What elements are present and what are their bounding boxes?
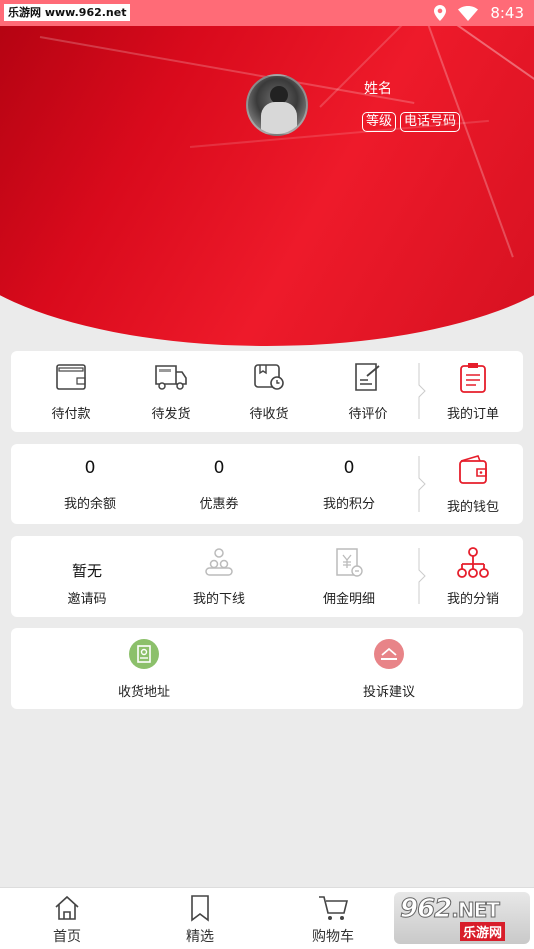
profile-header: 姓名 等级 电话号码 (0, 26, 534, 346)
coupon-item[interactable]: 0 优惠券 (159, 444, 279, 524)
status-bar: 乐游网 www.962.net 8:43 (0, 0, 534, 26)
address-item[interactable]: 收货地址 (84, 628, 204, 709)
truck-icon (155, 365, 187, 390)
my-distribution-label: 我的分销 (446, 592, 499, 607)
tab-featured[interactable]: 精选 (160, 888, 240, 949)
my-orders-label: 我的订单 (446, 407, 499, 422)
services-card: 收货地址 投诉建议 (11, 628, 523, 709)
my-wallet-button[interactable]: 我的钱包 (423, 444, 523, 524)
logo-suffix: .NET (451, 898, 501, 923)
user-name: 姓名 (364, 81, 392, 97)
feedback-icon (374, 639, 404, 669)
points-value: 0 (343, 458, 355, 478)
commission-item[interactable]: 佣金明细 (289, 536, 409, 617)
header-background (0, 26, 534, 346)
feedback-item[interactable]: 投诉建议 (329, 628, 449, 709)
orders-card: 待付款 待发货 待收货 待评价 我的订单 (11, 351, 523, 432)
downline-item[interactable]: 我的下线 (159, 536, 279, 617)
receipt-icon (336, 548, 363, 577)
receive-icon (254, 364, 284, 390)
points-label: 我的积分 (322, 497, 375, 512)
points-item[interactable]: 0 我的积分 (289, 444, 409, 524)
wallet-icon (56, 364, 86, 390)
location-icon (434, 5, 447, 21)
commission-label: 佣金明细 (322, 592, 375, 607)
site-logo-watermark: 962.NET 乐游网 (394, 892, 530, 944)
network-icon (457, 547, 489, 578)
distribution-card: 暂无 邀请码 我的下线 佣金明细 我的分销 (11, 536, 523, 617)
address-label: 收货地址 (117, 685, 170, 700)
balance-item[interactable]: 0 我的余额 (30, 444, 150, 524)
wifi-icon (458, 5, 479, 21)
balance-value: 0 (84, 458, 96, 478)
invite-code-label: 邀请码 (67, 592, 107, 607)
wallet-icon (459, 455, 487, 484)
wallet-card: 0 我的余额 0 优惠券 0 我的积分 我的钱包 (11, 444, 523, 524)
cart-icon (319, 896, 348, 920)
my-distribution-button[interactable]: 我的分销 (423, 536, 523, 617)
logo-number: 962 (399, 894, 452, 925)
phone-badge: 电话号码 (400, 112, 461, 132)
people-icon (205, 548, 233, 576)
my-wallet-label: 我的钱包 (446, 500, 499, 515)
tab-cart[interactable]: 购物车 (293, 888, 373, 949)
clipboard-icon (460, 363, 486, 393)
level-badge: 等级 (362, 112, 397, 132)
home-icon (55, 895, 79, 920)
review-icon (355, 363, 380, 391)
invite-code-value: 暂无 (71, 562, 102, 580)
invite-code-item[interactable]: 暂无 邀请码 (27, 536, 147, 617)
coupon-label: 优惠券 (199, 497, 239, 512)
bookmark-icon (191, 895, 209, 922)
logo-text: 乐游网 (460, 922, 506, 941)
tab-cart-label: 购物车 (312, 929, 354, 945)
my-orders-button[interactable]: 我的订单 (423, 351, 523, 432)
tab-home-label: 首页 (53, 929, 81, 945)
order-pending-review-label: 待评价 (348, 407, 388, 422)
watermark: 乐游网 www.962.net (4, 4, 131, 21)
feedback-label: 投诉建议 (362, 685, 415, 700)
downline-label: 我的下线 (192, 592, 245, 607)
tab-featured-label: 精选 (186, 929, 214, 945)
tab-home[interactable]: 首页 (27, 888, 107, 949)
coupon-value: 0 (213, 458, 225, 478)
order-pending-review[interactable]: 待评价 (308, 351, 428, 432)
status-time: 8:43 (490, 4, 524, 22)
address-icon (129, 639, 159, 669)
avatar[interactable] (246, 74, 308, 136)
balance-label: 我的余额 (63, 497, 116, 512)
